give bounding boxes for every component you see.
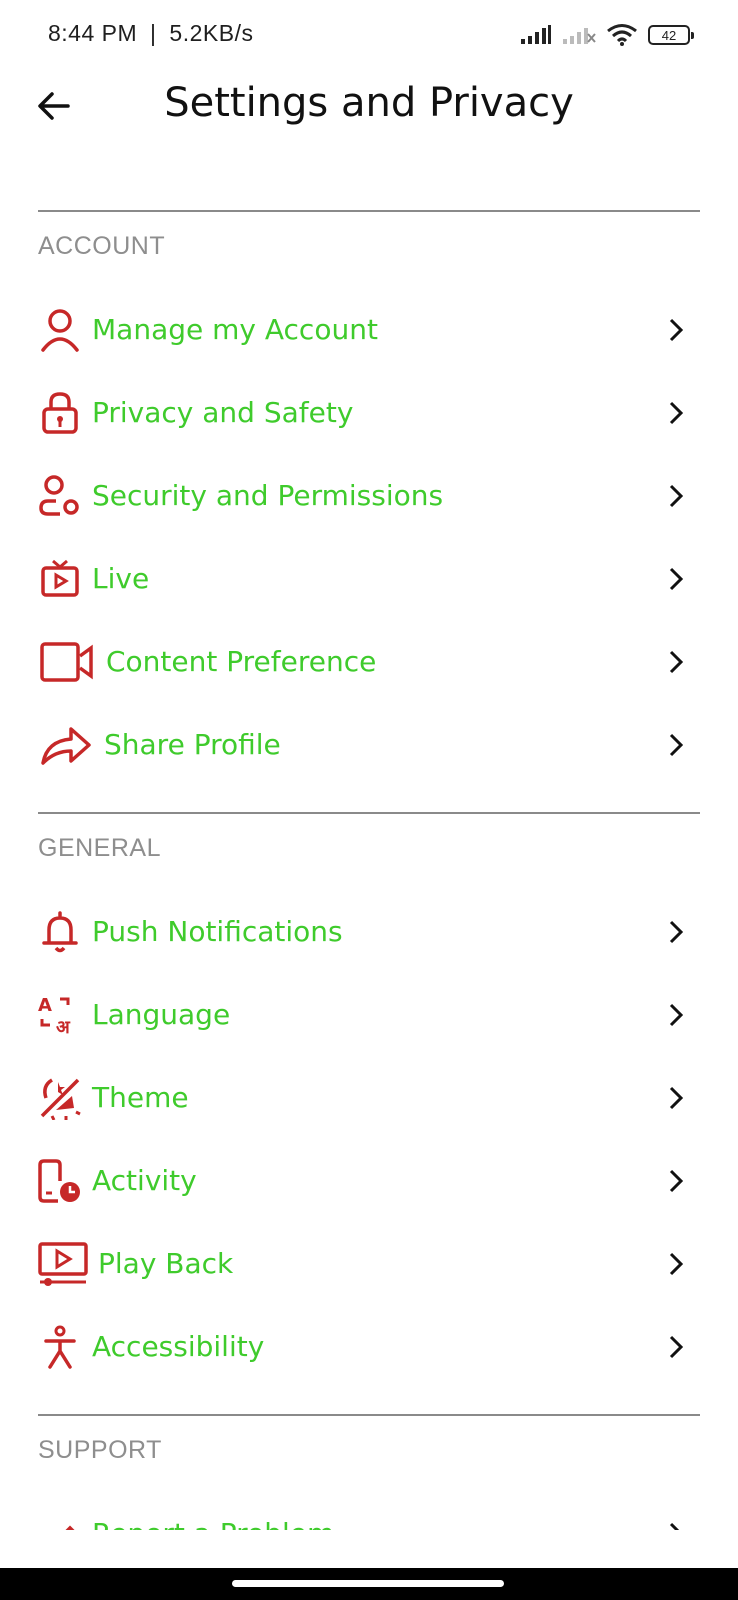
- settings-item-privacy-safety[interactable]: Privacy and Safety: [38, 371, 700, 454]
- chevron-right-icon: [669, 401, 684, 424]
- page-title: Settings and Privacy: [164, 80, 574, 126]
- chevron-right-icon: [669, 1169, 684, 1192]
- chevron-right-icon: [669, 920, 684, 943]
- user-shield-icon: [38, 474, 82, 518]
- phone-clock-icon: [38, 1158, 82, 1203]
- item-label: Accessibility: [92, 1330, 265, 1363]
- item-label: Privacy and Safety: [92, 396, 354, 429]
- chevron-right-icon: [669, 318, 684, 341]
- chevron-right-icon: [669, 1252, 684, 1275]
- settings-item-language[interactable]: Aअ Language: [38, 973, 700, 1056]
- settings-item-live[interactable]: Live: [38, 537, 700, 620]
- item-label: Live: [92, 562, 150, 595]
- section-title: SUPPORT: [38, 1436, 162, 1464]
- scroll-clip: [0, 1530, 738, 1572]
- item-label: Manage my Account: [92, 313, 378, 346]
- chevron-right-icon: [669, 650, 684, 673]
- status-icons: 42: [520, 20, 694, 50]
- status-bar: 8:44 PM | 5.2KB/s 42: [0, 0, 738, 72]
- item-label: Share Profile: [104, 728, 281, 761]
- wifi-icon: [607, 24, 637, 46]
- status-speed: 5.2KB/s: [169, 20, 254, 46]
- settings-item-manage-account[interactable]: Manage my Account: [38, 288, 700, 371]
- chevron-right-icon: [669, 484, 684, 507]
- playback-icon: [38, 1241, 88, 1286]
- navigation-bar: [0, 1568, 738, 1600]
- item-label: Activity: [92, 1164, 197, 1197]
- settings-item-share-profile[interactable]: Share Profile: [38, 703, 700, 786]
- settings-item-push-notifications[interactable]: Push Notifications: [38, 890, 700, 973]
- header: Settings and Privacy: [0, 72, 738, 182]
- chevron-right-icon: [669, 1086, 684, 1109]
- accessibility-icon: [38, 1325, 82, 1369]
- section-divider: [38, 812, 700, 814]
- settings-item-content-preference[interactable]: Content Preference: [38, 620, 700, 703]
- signal-icon: [521, 25, 551, 44]
- home-indicator[interactable]: [232, 1580, 504, 1587]
- settings-item-accessibility[interactable]: Accessibility: [38, 1305, 700, 1388]
- settings-item-activity[interactable]: Activity: [38, 1139, 700, 1222]
- svg-text:A: A: [38, 995, 52, 1016]
- translate-icon: Aअ: [38, 993, 82, 1037]
- item-label: Theme: [92, 1081, 189, 1114]
- share-arrow-icon: [38, 723, 94, 767]
- item-label: Play Back: [98, 1247, 234, 1280]
- item-label: Language: [92, 998, 231, 1031]
- signal-no-sim-icon: [563, 28, 596, 44]
- section-divider: [38, 1414, 700, 1416]
- battery-level: 42: [661, 27, 677, 43]
- settings-item-theme[interactable]: Theme: [38, 1056, 700, 1139]
- settings-item-security-permissions[interactable]: Security and Permissions: [38, 454, 700, 537]
- tv-icon: [38, 557, 82, 601]
- lock-icon: [38, 391, 82, 435]
- item-label: Security and Permissions: [92, 479, 444, 512]
- status-time-speed: 8:44 PM | 5.2KB/s: [48, 20, 254, 46]
- item-label: Push Notifications: [92, 915, 343, 948]
- theme-icon: [38, 1076, 82, 1120]
- chevron-right-icon: [669, 1003, 684, 1026]
- battery-icon: 42: [648, 25, 694, 45]
- section-divider: [38, 210, 700, 212]
- item-label: Content Preference: [106, 645, 377, 678]
- bell-icon: [38, 910, 82, 954]
- section-account: ACCOUNT Manage my Account Privacy and Sa…: [38, 210, 700, 786]
- settings-item-play-back[interactable]: Play Back: [38, 1222, 700, 1305]
- user-icon: [38, 308, 82, 352]
- section-general: GENERAL Push Notifications Aअ Language T…: [38, 812, 700, 1388]
- chevron-right-icon: [669, 567, 684, 590]
- svg-text:अ: अ: [56, 1017, 71, 1037]
- chevron-right-icon: [669, 733, 684, 756]
- chevron-right-icon: [669, 1335, 684, 1358]
- video-camera-icon: [38, 640, 96, 684]
- status-time: 8:44 PM: [48, 20, 138, 46]
- section-title: ACCOUNT: [38, 232, 166, 260]
- section-title: GENERAL: [38, 834, 161, 862]
